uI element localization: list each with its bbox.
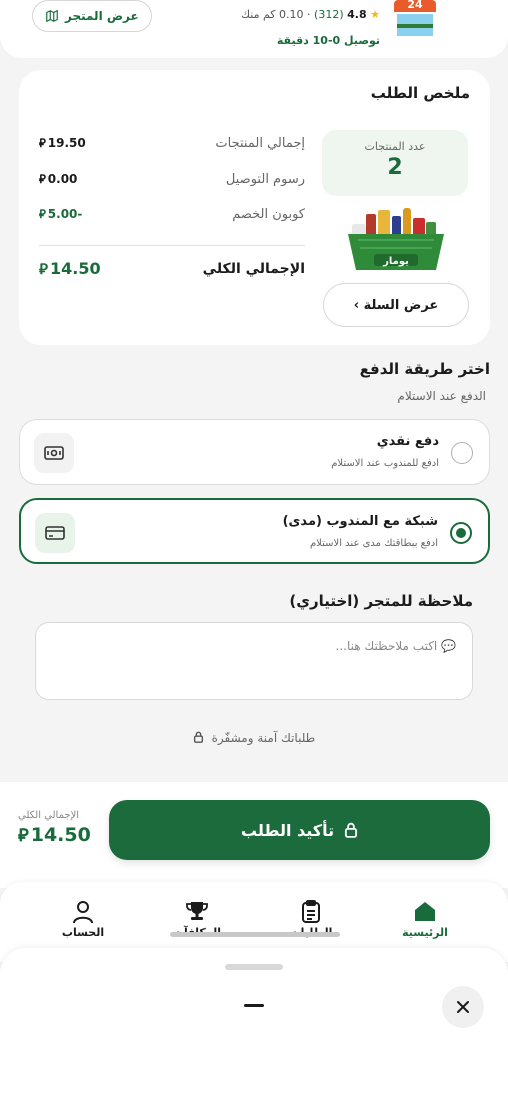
card-icon xyxy=(35,513,75,553)
summary-amount-value: 19.50 xyxy=(47,136,86,150)
basket-image: يومار xyxy=(348,208,444,270)
summary-label: إجمالي المنتجات xyxy=(215,136,305,151)
summary-label: رسوم التوصيل xyxy=(225,172,305,187)
store-reviews: (312) xyxy=(314,8,344,21)
star-icon: ★ xyxy=(370,8,380,21)
basket-brand-label: يومار xyxy=(382,256,409,267)
store-logo: 24 xyxy=(394,0,436,38)
radio-button-selected[interactable] xyxy=(450,522,472,544)
store-delivery-time: توصيل 0-10 دقيقة xyxy=(276,34,380,47)
footer-total-amount: ⃁ 14.50 xyxy=(18,823,91,846)
view-cart-button[interactable]: عرض السلة › xyxy=(323,283,469,327)
items-count-box: عدد المنتجات 2 xyxy=(322,130,468,196)
checkout-screen: 24 ★ 4.8 (312) · 0.10 كم منك توصيل 0-10 … xyxy=(0,0,508,1100)
note-placeholder: 💬 اكتب ملاحظتك هنا... xyxy=(335,639,456,653)
confirm-bar: تأكيد الطلب الإجمالي الكلي ⃁ 14.50 xyxy=(0,782,508,888)
payment-title: اختر طريقة الدفع xyxy=(359,360,490,378)
items-count-value: 2 xyxy=(387,155,403,180)
summary-total-value: 14.50 xyxy=(50,259,101,278)
footer-total-label: الإجمالي الكلي xyxy=(18,810,80,821)
view-store-label: عرض المتجر xyxy=(65,9,139,23)
summary-amount: ⃁ 5.00- xyxy=(39,207,82,222)
items-count-label: عدد المنتجات xyxy=(364,140,426,153)
summary-total-label: الإجمالي الكلي xyxy=(202,261,305,277)
tab-home[interactable]: الرئيسية xyxy=(385,900,465,939)
order-summary-card: ملخص الطلب عدد المنتجات 2 يومار عرض السل… xyxy=(19,70,490,345)
payment-option-cash[interactable]: دفع نقدي ادفع للمندوب عند الاستلام xyxy=(19,419,490,485)
secure-text: طلباتك آمنة ومشفّرة xyxy=(211,731,316,745)
summary-label: كوبون الخصم xyxy=(232,207,305,222)
summary-amount: ⃁ 19.50 xyxy=(39,136,86,151)
tab-label: الرئيسية xyxy=(402,926,448,939)
payment-option-subtitle: ادفع ببطاقتك مدى عند الاستلام xyxy=(309,538,438,549)
currency-icon: ⃁ xyxy=(18,825,29,846)
payment-option-title: دفع نقدي xyxy=(376,434,439,449)
payment-subtitle: الدفع عند الاستلام xyxy=(397,389,486,403)
minus-icon xyxy=(244,1004,264,1007)
map-icon xyxy=(46,9,58,23)
currency-icon: ⃁ xyxy=(39,136,46,150)
trophy-icon xyxy=(157,900,237,926)
store-rating: 4.8 xyxy=(347,8,367,21)
home-icon xyxy=(385,900,465,926)
store-header: 24 ★ 4.8 (312) · 0.10 كم منك توصيل 0-10 … xyxy=(0,0,508,58)
sheet-drag-handle[interactable] xyxy=(225,964,283,970)
currency-icon: ⃁ xyxy=(39,260,49,278)
summary-line-coupon: ⃁ 5.00- كوبون الخصم xyxy=(39,207,305,222)
summary-total-amount: ⃁ 14.50 xyxy=(39,259,101,279)
summary-total: ⃁ 14.50 الإجمالي الكلي xyxy=(39,259,305,279)
lock-icon xyxy=(345,822,358,838)
footer-total-value: 14.50 xyxy=(30,824,91,846)
summary-amount-value: 0.00 xyxy=(47,172,78,186)
footer-total: الإجمالي الكلي ⃁ 14.50 xyxy=(18,810,91,846)
currency-icon: ⃁ xyxy=(39,207,46,221)
confirm-order-label: تأكيد الطلب xyxy=(240,820,335,840)
note-title: ملاحظة للمتجر (اختياري) xyxy=(289,592,473,610)
store-logo-number: 24 xyxy=(407,0,423,11)
summary-amount: ⃁ 0.00 xyxy=(39,172,77,187)
home-indicator xyxy=(170,932,340,937)
radio-button[interactable] xyxy=(451,442,473,464)
summary-amount-value: 5.00- xyxy=(47,207,83,221)
currency-icon: ⃁ xyxy=(39,172,46,186)
payment-option-title: شبكة مع المندوب (مدى) xyxy=(282,514,438,529)
note-input[interactable]: 💬 اكتب ملاحظتك هنا... xyxy=(35,622,473,700)
lock-icon xyxy=(193,731,203,743)
user-icon xyxy=(43,900,123,926)
tab-account[interactable]: الحساب xyxy=(43,900,123,939)
close-button[interactable] xyxy=(442,986,484,1028)
orders-icon xyxy=(271,900,351,926)
store-meta: ★ 4.8 (312) · 0.10 كم منك xyxy=(241,8,380,21)
close-icon xyxy=(457,1001,469,1013)
cash-icon xyxy=(34,433,74,473)
order-summary-title: ملخص الطلب xyxy=(370,84,470,102)
tab-label: الحساب xyxy=(61,926,105,939)
summary-line-products: ⃁ 19.50 إجمالي المنتجات xyxy=(39,136,305,151)
secure-notice: طلباتك آمنة ومشفّرة xyxy=(0,731,508,745)
bottom-sheet xyxy=(0,948,508,1100)
store-distance: · 0.10 كم منك xyxy=(240,8,311,21)
view-cart-label: عرض السلة › xyxy=(353,297,439,313)
summary-divider xyxy=(39,245,305,246)
confirm-order-button[interactable]: تأكيد الطلب xyxy=(109,800,490,860)
view-store-button[interactable]: عرض المتجر xyxy=(32,0,152,32)
payment-option-mada[interactable]: شبكة مع المندوب (مدى) ادفع ببطاقتك مدى ع… xyxy=(19,498,490,564)
payment-option-subtitle: ادفع للمندوب عند الاستلام xyxy=(331,458,439,469)
summary-line-delivery: ⃁ 0.00 رسوم التوصيل xyxy=(39,172,305,187)
